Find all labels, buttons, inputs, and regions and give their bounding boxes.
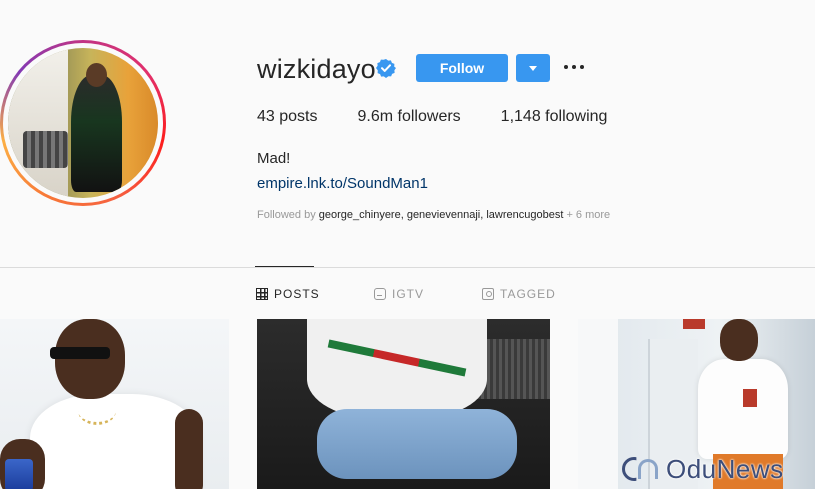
tab-tagged-label: TAGGED [500,287,556,301]
followed-by-line[interactable]: Followed by george_chinyere, genevievenn… [257,209,610,221]
oduNews-watermark: OduNews [622,452,784,486]
posts-count: 43 [257,108,275,125]
grid-icon [256,288,268,300]
chevron-down-icon [529,66,537,71]
more-options-icon [564,65,568,69]
avatar-photo [8,48,158,198]
posts-stat: 43 posts [257,108,318,126]
profile-username: wizkidayo [257,54,376,84]
following-label: following [545,108,608,125]
tv-icon [374,288,386,300]
tab-igtv[interactable]: IGTV [374,287,424,301]
verified-badge-icon [376,59,396,78]
oduNews-logo-icon [622,455,660,483]
followed-by-names: george_chinyere, genevievennaji, lawrenc… [318,209,564,221]
tab-posts-label: POSTS [274,287,320,301]
followers-count: 9.6m [357,108,394,125]
follow-button[interactable]: Follow [416,54,508,82]
bio-link[interactable]: empire.lnk.to/SoundMan1 [257,175,428,192]
more-options-button[interactable] [560,56,588,78]
following-stat[interactable]: 1,148 following [501,108,608,126]
tag-person-icon [482,288,494,300]
post-thumbnail[interactable] [0,319,229,489]
followed-by-more: + 6 more [563,209,611,221]
tabs-divider [0,267,815,268]
following-count: 1,148 [500,108,541,125]
profile-avatar[interactable] [0,40,166,206]
active-tab-indicator [255,266,314,267]
tab-tagged[interactable]: TAGGED [482,287,556,301]
tab-igtv-label: IGTV [392,287,425,301]
watermark-text: OduNews [666,453,784,484]
suggested-accounts-dropdown-button[interactable] [516,54,550,82]
tab-posts[interactable]: POSTS [256,287,320,301]
posts-label: posts [279,108,318,125]
followed-by-prefix: Followed by [257,209,319,221]
post-thumbnail[interactable] [257,319,550,489]
avatar-inner [3,43,163,203]
followers-label: followers [397,108,461,125]
bio-text: Mad! [257,150,291,167]
followers-stat[interactable]: 9.6m followers [358,108,461,126]
profile-stats: 43 posts 9.6m followers 1,148 following [257,108,647,126]
